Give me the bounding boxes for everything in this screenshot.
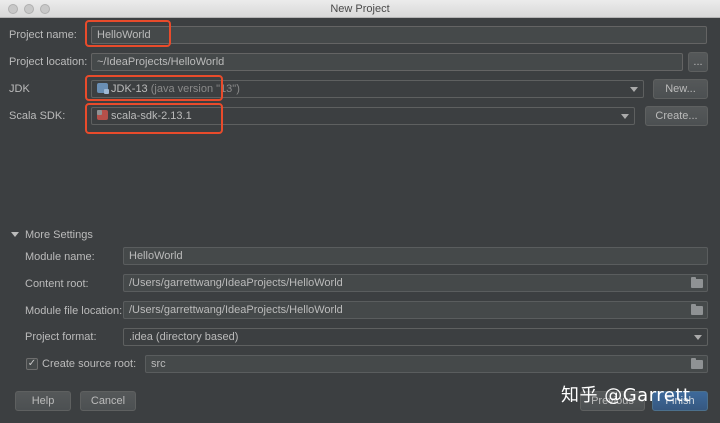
content-root-input[interactable]: /Users/garrettwang/IdeaProjects/HelloWor…: [123, 274, 708, 292]
chevron-down-icon: [694, 335, 702, 340]
chevron-down-icon: [621, 114, 629, 119]
more-settings-toggle[interactable]: More Settings: [25, 229, 93, 241]
source-root-value: src: [151, 358, 166, 370]
project-format-select[interactable]: .idea (directory based): [123, 328, 708, 346]
scala-sdk-label: Scala SDK:: [9, 110, 66, 122]
content-root-label: Content root:: [25, 278, 89, 290]
project-name-label: Project name:: [9, 29, 77, 41]
new-jdk-button[interactable]: New...: [653, 79, 708, 99]
project-name-highlight: [85, 20, 171, 47]
content-root-value: /Users/garrettwang/IdeaProjects/HelloWor…: [129, 277, 343, 289]
folder-icon[interactable]: [691, 358, 703, 369]
module-name-label: Module name:: [25, 251, 95, 263]
browse-location-button[interactable]: ...: [688, 52, 708, 72]
module-name-input[interactable]: HelloWorld: [123, 247, 708, 265]
help-button[interactable]: Help: [15, 391, 71, 411]
project-format-value: .idea (directory based): [129, 331, 239, 343]
jdk-highlight: [85, 75, 223, 101]
project-location-label: Project location:: [9, 56, 88, 68]
project-format-label: Project format:: [25, 331, 97, 343]
project-location-value: ~/IdeaProjects/HelloWorld: [97, 56, 225, 68]
create-source-root-checkbox[interactable]: ✓: [26, 358, 38, 370]
chevron-down-icon: [630, 87, 638, 92]
scala-sdk-highlight: [85, 103, 223, 134]
create-source-root-label: Create source root:: [42, 358, 137, 370]
jdk-label: JDK: [9, 83, 30, 95]
window-title: New Project: [330, 3, 390, 15]
project-name-input[interactable]: HelloWorld: [91, 26, 707, 44]
watermark: 知乎 @Garrett: [561, 385, 691, 406]
cancel-button[interactable]: Cancel: [80, 391, 136, 411]
create-scala-sdk-button[interactable]: Create...: [645, 106, 708, 126]
module-file-location-input[interactable]: /Users/garrettwang/IdeaProjects/HelloWor…: [123, 301, 708, 319]
folder-icon[interactable]: [691, 304, 703, 315]
collapse-triangle-icon[interactable]: [11, 232, 19, 237]
module-file-location-value: /Users/garrettwang/IdeaProjects/HelloWor…: [129, 304, 343, 316]
project-location-input[interactable]: ~/IdeaProjects/HelloWorld: [91, 53, 683, 71]
module-name-value: HelloWorld: [129, 250, 183, 262]
folder-icon[interactable]: [691, 277, 703, 288]
module-file-location-label: Module file location:: [25, 305, 123, 317]
source-root-input[interactable]: src: [145, 355, 708, 373]
window-titlebar: New Project: [0, 0, 720, 18]
